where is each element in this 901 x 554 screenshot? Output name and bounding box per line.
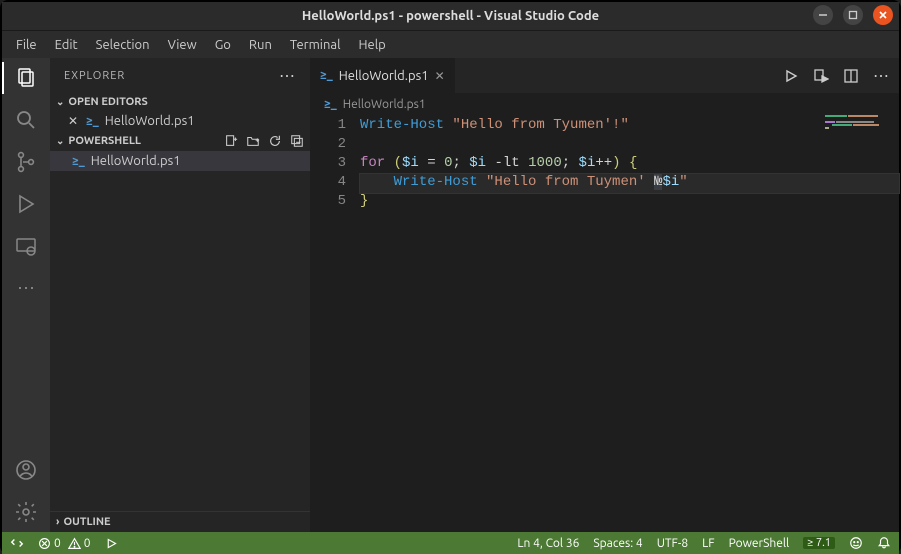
explorer-sidebar: EXPLORER ⋯ ⌄ OPEN EDITORS ✕ ≥_ HelloWorl… [50, 58, 310, 532]
status-cursor-position[interactable]: Ln 4, Col 36 [517, 537, 579, 550]
folder-header[interactable]: ⌄ POWERSHELL [50, 131, 310, 151]
powershell-file-icon: ≥_ [320, 69, 333, 82]
close-editor-icon[interactable]: ✕ [66, 114, 80, 128]
chevron-down-icon: ⌄ [56, 96, 64, 108]
code-editor[interactable]: 12345 Write-Host "Hello from Tyumen'!"fo… [310, 115, 899, 532]
powershell-file-icon: ≥_ [72, 155, 85, 168]
split-editor-icon[interactable] [843, 68, 859, 84]
refresh-icon[interactable] [268, 134, 282, 148]
status-feedback-icon[interactable] [849, 536, 863, 550]
status-remote-icon[interactable] [10, 536, 24, 550]
status-ps-version[interactable]: ≥ 7.1 [803, 537, 835, 549]
outline-header[interactable]: › OUTLINE [50, 511, 310, 532]
open-editor-item[interactable]: ✕ ≥_ HelloWorld.ps1 [50, 111, 310, 131]
activity-search-icon[interactable] [12, 106, 40, 134]
menu-bar: File Edit Selection View Go Run Terminal… [2, 30, 899, 58]
line-gutter: 12345 [310, 115, 360, 532]
activity-run-debug-icon[interactable] [12, 190, 40, 218]
activity-remote-icon[interactable] [12, 232, 40, 260]
status-eol[interactable]: LF [702, 537, 714, 550]
collapse-all-icon[interactable] [290, 134, 304, 148]
activity-source-control-icon[interactable] [12, 148, 40, 176]
run-file-icon[interactable] [783, 68, 799, 84]
editor-more-icon[interactable]: ⋯ [873, 66, 889, 85]
menu-selection[interactable]: Selection [88, 36, 158, 54]
status-language[interactable]: PowerShell [729, 537, 790, 550]
run-selection-icon[interactable] [813, 68, 829, 84]
powershell-file-icon: ≥_ [324, 98, 337, 111]
status-bar: 0 0 Ln 4, Col 36 Spaces: 4 UTF-8 LF Powe… [2, 532, 899, 554]
status-problems[interactable]: 0 0 [38, 537, 91, 550]
menu-file[interactable]: File [8, 36, 45, 54]
editor-tabbar: ≥_ HelloWorld.ps1 ✕ ⋯ [310, 58, 899, 93]
new-folder-icon[interactable] [246, 134, 260, 148]
chevron-down-icon: ⌄ [56, 135, 64, 147]
activity-more-icon[interactable]: ⋯ [12, 274, 40, 302]
status-run-icon[interactable] [105, 537, 118, 550]
window-maximize-button[interactable] [843, 5, 863, 25]
new-file-icon[interactable] [224, 134, 238, 148]
explorer-title: EXPLORER [64, 70, 125, 82]
explorer-more-icon[interactable]: ⋯ [279, 66, 296, 85]
status-notifications-icon[interactable] [877, 536, 891, 550]
menu-run[interactable]: Run [241, 36, 280, 54]
minimap[interactable] [825, 115, 885, 145]
window-minimize-button[interactable] [813, 5, 833, 25]
close-tab-icon[interactable]: ✕ [435, 69, 445, 83]
window-title: HelloWorld.ps1 - powershell - Visual Stu… [302, 9, 599, 23]
open-editors-header[interactable]: ⌄ OPEN EDITORS [50, 93, 310, 111]
menu-edit[interactable]: Edit [47, 36, 86, 54]
menu-terminal[interactable]: Terminal [282, 36, 349, 54]
menu-view[interactable]: View [160, 36, 205, 54]
menu-go[interactable]: Go [207, 36, 239, 54]
chevron-right-icon: › [56, 516, 59, 528]
powershell-file-icon: ≥_ [86, 115, 99, 128]
file-tree-item[interactable]: ≥_ HelloWorld.ps1 [50, 151, 310, 171]
breadcrumb[interactable]: ≥_ HelloWorld.ps1 [310, 93, 899, 115]
editor-tab[interactable]: ≥_ HelloWorld.ps1 ✕ [310, 58, 456, 93]
status-indentation[interactable]: Spaces: 4 [593, 537, 642, 550]
window-titlebar: HelloWorld.ps1 - powershell - Visual Stu… [2, 2, 899, 30]
status-encoding[interactable]: UTF-8 [657, 537, 688, 550]
activity-settings-icon[interactable] [12, 498, 40, 526]
code-content[interactable]: Write-Host "Hello from Tyumen'!"for ($i … [360, 115, 899, 532]
activity-explorer-icon[interactable] [12, 64, 40, 92]
menu-help[interactable]: Help [350, 36, 393, 54]
editor-area: ≥_ HelloWorld.ps1 ✕ ⋯ ≥_ HelloWorld.ps1 … [310, 58, 899, 532]
activity-bar: ⋯ [2, 58, 50, 532]
activity-accounts-icon[interactable] [12, 456, 40, 484]
window-close-button[interactable] [873, 5, 893, 25]
